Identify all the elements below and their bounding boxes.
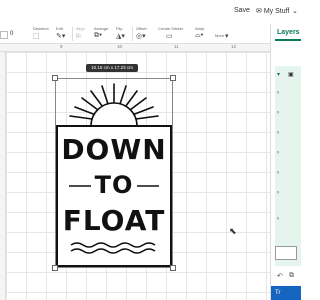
flip-button[interactable]: Flip ◮▾ [116, 26, 130, 43]
combine-icon[interactable]: ⧉ [289, 272, 294, 280]
warp-button[interactable]: Warp ⌓▾ [195, 26, 209, 43]
edit-button[interactable]: Edit ✎▾ [56, 26, 68, 43]
sticker-icon: ▭ [166, 33, 173, 40]
size-value: 0 [10, 31, 14, 37]
ruler-mark: 11 [174, 44, 179, 49]
deselect-button[interactable]: Deselect ⬚ [33, 26, 51, 43]
list-item[interactable]: › [277, 90, 279, 96]
align-icon: ⊫ [76, 33, 83, 40]
toolbar-divider [132, 27, 133, 41]
deselect-icon: ⬚ [33, 33, 40, 40]
blank-canvas-swatch[interactable] [275, 246, 297, 260]
list-item[interactable]: › [277, 190, 279, 196]
list-item[interactable]: › [277, 150, 279, 156]
list-item[interactable]: › [277, 170, 279, 176]
active-tab-indicator [275, 39, 301, 41]
selection-box [55, 78, 173, 268]
try-button[interactable]: Tr [271, 286, 301, 300]
group-icon: ▣ [288, 72, 294, 78]
resize-handle[interactable] [52, 265, 58, 271]
list-item[interactable]: › [277, 110, 279, 116]
layer-list: ▾ ▣ › › › › › › › [275, 66, 301, 266]
offset-button[interactable]: Offset ◎▾ [136, 26, 152, 43]
top-ruler: 9 10 11 12 [0, 44, 270, 52]
list-item[interactable]: › [277, 130, 279, 136]
mystuff-button[interactable]: ✉ My Stuff [256, 7, 289, 15]
size-field[interactable] [0, 31, 8, 39]
account-menu-icon[interactable]: ⌄ [292, 7, 298, 15]
envelope-icon: ✉ [256, 8, 262, 15]
undo-icon[interactable]: ↶ [277, 272, 283, 280]
group-expand-icon[interactable]: ▾ [277, 71, 280, 78]
warp-icon: ⌓▾ [195, 32, 204, 39]
offset-icon: ◎▾ [136, 33, 146, 40]
save-button[interactable]: Save [234, 7, 250, 14]
resize-handle[interactable] [52, 75, 58, 81]
arrange-icon: ⧉▾ [94, 32, 102, 39]
create-sticker-button[interactable]: Create Sticker ▭ [158, 26, 188, 43]
more-button[interactable]: More ▾ [215, 26, 229, 43]
dimension-tooltip: 10.15 cm x 17.23 cm [86, 64, 138, 72]
layers-panel: Layers ▾ ▣ › › › › › › › ↶ ⧉ Tr [270, 24, 301, 300]
resize-handle[interactable] [170, 265, 176, 271]
ruler-mark: 12 [231, 44, 237, 49]
align-button[interactable]: Align ⊫ [76, 26, 90, 43]
flip-icon: ◮▾ [116, 33, 125, 40]
rotate-handle[interactable] [170, 75, 176, 81]
arrange-button[interactable]: Arrange ⧉▾ [94, 26, 112, 43]
top-bar: Save ✉ My Stuff ⌄ [0, 0, 300, 24]
panel-footer: ↶ ⧉ [271, 272, 301, 284]
toolbar-divider [72, 27, 73, 41]
ruler-mark: 9 [60, 44, 63, 49]
tab-layers[interactable]: Layers [277, 29, 300, 36]
ruler-mark: 10 [117, 44, 123, 49]
toolbar: Deselect ⬚ Edit ✎▾ Align ⊫ Arrange ⧉▾ Fl… [0, 24, 270, 44]
list-item[interactable]: › [277, 216, 279, 222]
chevron-down-icon: ▾ [225, 33, 229, 40]
edit-icon: ✎▾ [56, 33, 66, 40]
pointer-cursor-icon: ⬉ [229, 226, 237, 236]
